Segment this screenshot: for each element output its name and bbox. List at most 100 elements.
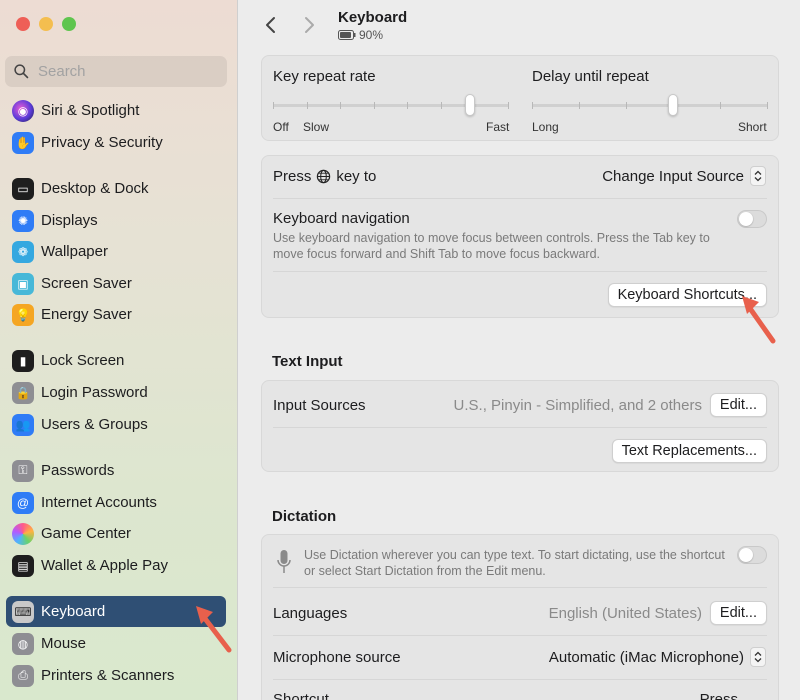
sidebar-item-game-center[interactable]: Game Center xyxy=(6,518,226,549)
press-key-value: Change Input Source xyxy=(602,167,744,185)
text-replacements-button[interactable]: Text Replacements... xyxy=(611,439,767,463)
annotation-arrow-icon xyxy=(196,606,232,653)
press-key-popup[interactable]: Change Input Source xyxy=(602,166,766,186)
sun-icon: ✺ xyxy=(12,209,34,232)
wallet-icon: ▤ xyxy=(12,554,34,577)
sidebar-item-privacy-security[interactable]: ✋ Privacy & Security xyxy=(6,127,226,158)
slider-tick xyxy=(508,102,509,109)
sidebar-item-label: Keyboard xyxy=(41,603,106,620)
at-icon: @ xyxy=(12,491,34,514)
slider-tick xyxy=(374,102,375,109)
microphone-source-value: Automatic (iMac Microphone) xyxy=(548,648,744,666)
sidebar-item-screen-saver[interactable]: ▣ Screen Saver xyxy=(6,268,226,299)
sidebar-item-login-password[interactable]: 🔒 Login Password xyxy=(6,377,226,408)
dock-icon: ▭ xyxy=(12,177,34,200)
window-controls xyxy=(16,17,76,31)
slider-knob[interactable] xyxy=(668,94,678,116)
sidebar-item-energy-saver[interactable]: 💡 Energy Saver xyxy=(6,299,226,330)
back-button[interactable] xyxy=(259,14,281,36)
battery-icon xyxy=(338,30,356,40)
slider-tick xyxy=(407,102,408,109)
key-icon: ⚿ xyxy=(12,459,34,482)
battery-status: 90% xyxy=(338,28,383,42)
bulb-icon: 💡 xyxy=(12,303,34,326)
popup-stepper-icon xyxy=(750,647,766,667)
text-input-card: Input Sources U.S., Pinyin - Simplified,… xyxy=(261,380,779,472)
sidebar-item-wallpaper[interactable]: ❁ Wallpaper xyxy=(6,236,226,267)
keyboard-navigation-toggle[interactable] xyxy=(737,210,767,228)
delay-min-label: Long xyxy=(532,120,559,134)
divider xyxy=(273,635,767,636)
siri-icon: ◉ xyxy=(12,99,34,122)
divider xyxy=(273,679,767,680)
input-sources-value: U.S., Pinyin - Simplified, and 2 others xyxy=(453,397,702,414)
slider-tick xyxy=(767,102,768,109)
zoom-window-button[interactable] xyxy=(62,17,76,31)
divider xyxy=(273,587,767,588)
sidebar-item-printers-scanners[interactable]: ⎙ Printers & Scanners xyxy=(6,660,226,691)
shortcut-value: Press xyxy=(699,691,738,700)
printer-icon: ⎙ xyxy=(12,664,34,687)
minimize-window-button[interactable] xyxy=(39,17,53,31)
sidebar-item-label: Privacy & Security xyxy=(41,134,163,151)
close-window-button[interactable] xyxy=(16,17,30,31)
slider-track xyxy=(532,104,768,107)
dictation-toggle[interactable] xyxy=(737,546,767,564)
slider-tick xyxy=(340,102,341,109)
search-input[interactable] xyxy=(38,63,208,80)
key-repeat-label: Key repeat rate xyxy=(273,68,376,85)
slider-tick xyxy=(579,102,580,109)
key-repeat-min-label: Off xyxy=(273,120,289,134)
sidebar-item-label: Screen Saver xyxy=(41,275,132,292)
sidebar-item-label: Siri & Spotlight xyxy=(41,102,140,119)
sidebar-item-passwords[interactable]: ⚿ Passwords xyxy=(6,455,226,486)
key-repeat-slider[interactable] xyxy=(273,94,509,118)
languages-label: Languages xyxy=(273,605,348,622)
sidebar-item-label: Mouse xyxy=(41,635,87,652)
forward-button[interactable] xyxy=(299,14,321,36)
sidebar-item-displays[interactable]: ✺ Displays xyxy=(6,205,226,236)
delay-max-label: Short xyxy=(738,120,767,134)
users-icon: 👥 xyxy=(12,413,34,436)
divider xyxy=(273,271,767,272)
keyboard-navigation-description: Use keyboard navigation to move focus be… xyxy=(273,231,710,261)
text-input-heading: Text Input xyxy=(272,353,343,370)
sidebar-item-lock-screen[interactable]: ▮ Lock Screen xyxy=(6,345,226,376)
shortcut-label: Shortcut xyxy=(273,691,329,700)
delay-slider[interactable] xyxy=(532,94,768,118)
microphone-source-popup[interactable]: Automatic (iMac Microphone) xyxy=(549,647,766,667)
keyboard-card: Press key to Change Input Source Keyboar… xyxy=(261,155,779,318)
main-pane: Keyboard 90% Key repeat rate Off Slow Fa… xyxy=(239,0,800,700)
sidebar-item-users-groups[interactable]: 👥 Users & Groups xyxy=(6,409,226,440)
mouse-icon: ◍ xyxy=(12,632,34,655)
press-key-suffix: key to xyxy=(336,168,377,185)
sidebar-item-siri-spotlight[interactable]: ◉ Siri & Spotlight xyxy=(6,95,226,126)
sidebar-item-label: Displays xyxy=(41,212,98,229)
sidebar-item-wallet-apple-pay[interactable]: ▤ Wallet & Apple Pay xyxy=(6,550,226,581)
sidebar-item-label: Lock Screen xyxy=(41,352,125,369)
sidebar-item-internet-accounts[interactable]: @ Internet Accounts xyxy=(6,487,226,518)
padlock-icon: 🔒 xyxy=(12,381,34,404)
game-center-icon xyxy=(12,522,34,545)
globe-icon xyxy=(317,169,331,184)
sidebar-item-label: Login Password xyxy=(41,384,148,401)
sidebar-item-desktop-dock[interactable]: ▭ Desktop & Dock xyxy=(6,173,226,204)
chevron-right-icon xyxy=(305,17,314,33)
hand-icon: ✋ xyxy=(12,131,34,154)
press-key-label: Press key to xyxy=(273,168,376,185)
dictation-description: Use Dictation wherever you can type text… xyxy=(304,548,725,578)
languages-edit-button[interactable]: Edit... xyxy=(709,601,767,625)
sidebar-item-label: Game Center xyxy=(41,525,132,542)
slider-tick xyxy=(273,102,274,109)
sidebar-item-label: Energy Saver xyxy=(41,306,132,323)
input-sources-label: Input Sources xyxy=(273,397,366,414)
sidebar-item-label: Internet Accounts xyxy=(41,494,157,511)
lock-icon: ▮ xyxy=(12,349,34,372)
key-repeat-slow-label: Slow xyxy=(303,120,330,134)
screensaver-icon: ▣ xyxy=(12,272,34,295)
slider-tick xyxy=(441,102,442,109)
slider-knob[interactable] xyxy=(465,94,475,116)
input-sources-edit-button[interactable]: Edit... xyxy=(709,393,767,417)
repeat-card: Key repeat rate Off Slow Fast Delay unti… xyxy=(261,55,779,141)
search-field[interactable] xyxy=(5,56,227,87)
